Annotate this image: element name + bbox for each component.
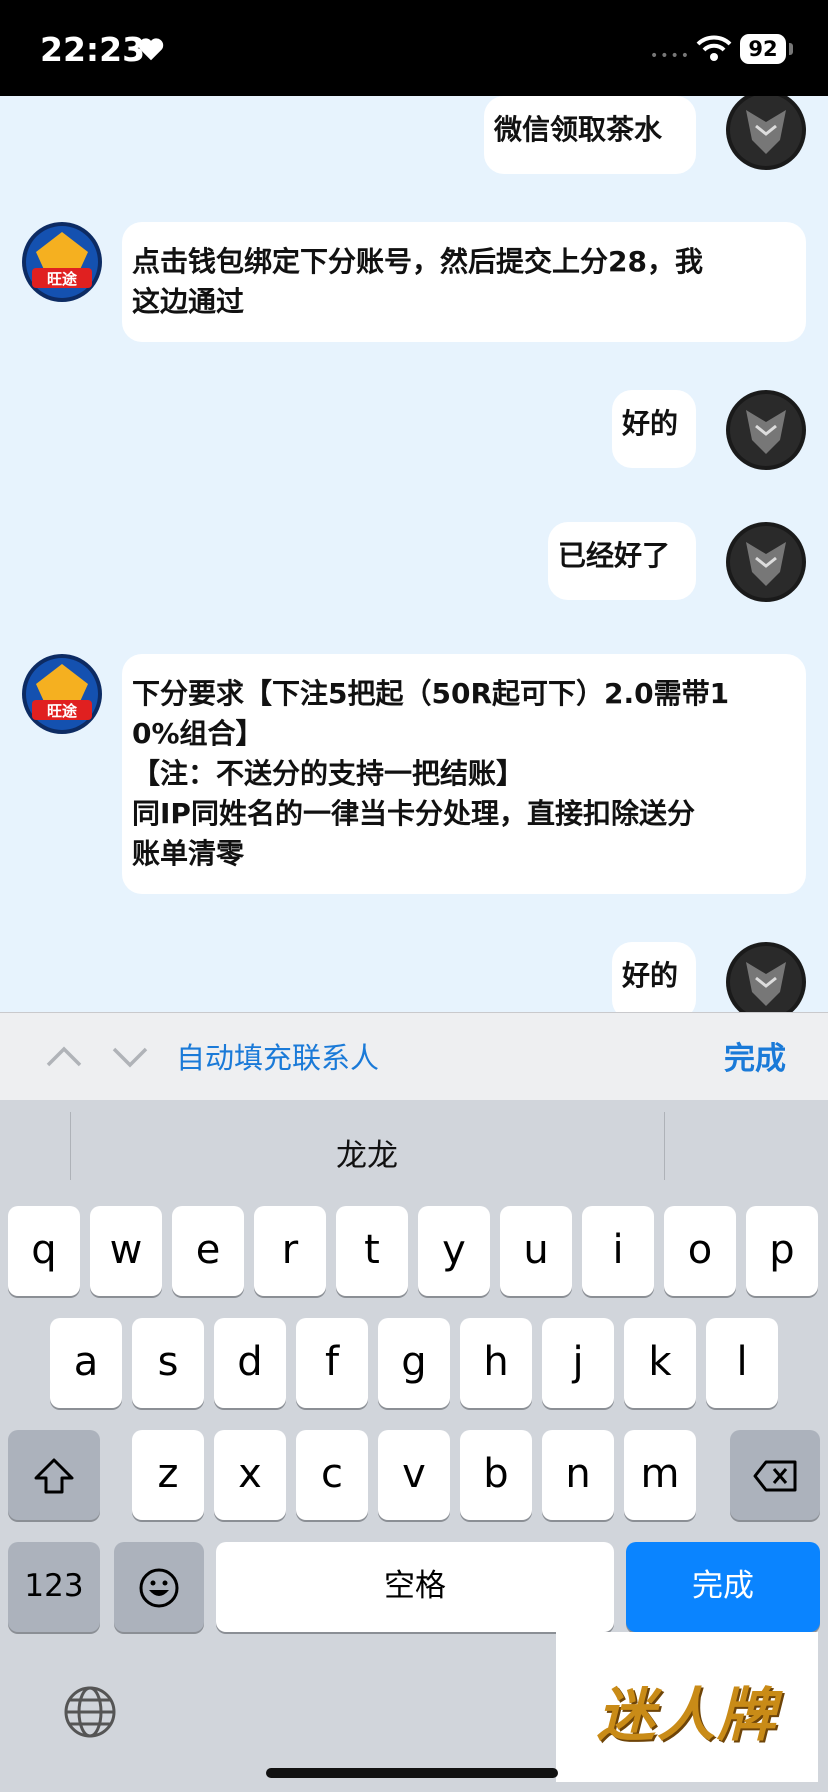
user-avatar[interactable] (726, 390, 806, 470)
shift-key[interactable] (8, 1430, 100, 1520)
battery-level: 92 (740, 34, 786, 64)
key-z[interactable]: z (132, 1430, 204, 1520)
key-q[interactable]: q (8, 1206, 80, 1296)
user-avatar[interactable] (726, 96, 806, 170)
key-t[interactable]: t (336, 1206, 408, 1296)
chat-bubble-sent[interactable]: 好的 (612, 942, 696, 1012)
contact-avatar[interactable]: 旺途 (22, 654, 102, 734)
keyboard-accessory-bar: 自动填充联系人 完成 (0, 1012, 828, 1100)
status-bar: 22:23 •••• 92 (0, 0, 828, 96)
key-h[interactable]: h (460, 1318, 532, 1408)
emoji-key[interactable] (114, 1542, 204, 1632)
key-m[interactable]: m (624, 1430, 696, 1520)
candidate-word[interactable]: 龙龙 (0, 1130, 734, 1175)
user-avatar[interactable] (726, 942, 806, 1012)
chat-bubble-sent[interactable]: 好的 (612, 390, 696, 468)
key-o[interactable]: o (664, 1206, 736, 1296)
key-s[interactable]: s (132, 1318, 204, 1408)
numbers-key[interactable]: 123 (8, 1542, 100, 1632)
key-e[interactable]: e (172, 1206, 244, 1296)
watermark-logo: 迷人牌 (556, 1632, 818, 1782)
emoji-icon (139, 1568, 179, 1608)
key-g[interactable]: g (378, 1318, 450, 1408)
chevron-down-icon[interactable] (110, 1037, 150, 1077)
chat-bubble-received[interactable]: 下分要求【下注5把起（50R起可下）2.0需带1 0%组合】 【注：不送分的支持… (122, 654, 806, 894)
key-v[interactable]: v (378, 1430, 450, 1520)
key-w[interactable]: w (90, 1206, 162, 1296)
key-p[interactable]: p (746, 1206, 818, 1296)
key-u[interactable]: u (500, 1206, 572, 1296)
backspace-icon (753, 1460, 797, 1492)
key-k[interactable]: k (624, 1318, 696, 1408)
wifi-icon (696, 35, 732, 61)
contact-avatar[interactable]: 旺途 (22, 222, 102, 302)
key-c[interactable]: c (296, 1430, 368, 1520)
done-button[interactable]: 完成 (724, 1033, 786, 1078)
key-n[interactable]: n (542, 1430, 614, 1520)
autofill-contact-button[interactable]: 自动填充联系人 (176, 1035, 379, 1077)
heart-icon (138, 38, 164, 61)
space-key[interactable]: 空格 (216, 1542, 614, 1632)
contact-avatar-label: 旺途 (47, 270, 78, 288)
key-f[interactable]: f (296, 1318, 368, 1408)
contact-avatar-label: 旺途 (47, 702, 78, 720)
key-r[interactable]: r (254, 1206, 326, 1296)
battery-tip (789, 43, 793, 55)
chat-bubble-sent[interactable]: 已经好了 (548, 522, 696, 600)
globe-icon[interactable] (62, 1684, 118, 1740)
home-indicator[interactable] (266, 1768, 558, 1778)
key-a[interactable]: a (50, 1318, 122, 1408)
watermark-text: 迷人牌 (596, 1681, 777, 1749)
cellular-signal-icon: •••• (650, 48, 692, 64)
chat-area[interactable]: 微信领取茶水 旺途 点击钱包绑定下分账号，然后提交上分28，我 这边通过 好的 … (0, 96, 828, 1012)
chat-bubble-sent[interactable]: 微信领取茶水 (484, 96, 696, 174)
key-i[interactable]: i (582, 1206, 654, 1296)
shift-icon (34, 1458, 74, 1494)
chat-bubble-received[interactable]: 点击钱包绑定下分账号，然后提交上分28，我 这边通过 (122, 222, 806, 342)
user-avatar[interactable] (726, 522, 806, 602)
status-time: 22:23 (40, 30, 146, 69)
key-d[interactable]: d (214, 1318, 286, 1408)
key-b[interactable]: b (460, 1430, 532, 1520)
done-key[interactable]: 完成 (626, 1542, 820, 1632)
key-j[interactable]: j (542, 1318, 614, 1408)
key-y[interactable]: y (418, 1206, 490, 1296)
key-x[interactable]: x (214, 1430, 286, 1520)
chevron-up-icon[interactable] (44, 1037, 84, 1077)
candidate-divider (664, 1112, 665, 1180)
key-l[interactable]: l (706, 1318, 778, 1408)
delete-key[interactable] (730, 1430, 820, 1520)
keyboard: 龙龙 q w e r t y u i o p a s d f g h j k l… (0, 1100, 828, 1792)
